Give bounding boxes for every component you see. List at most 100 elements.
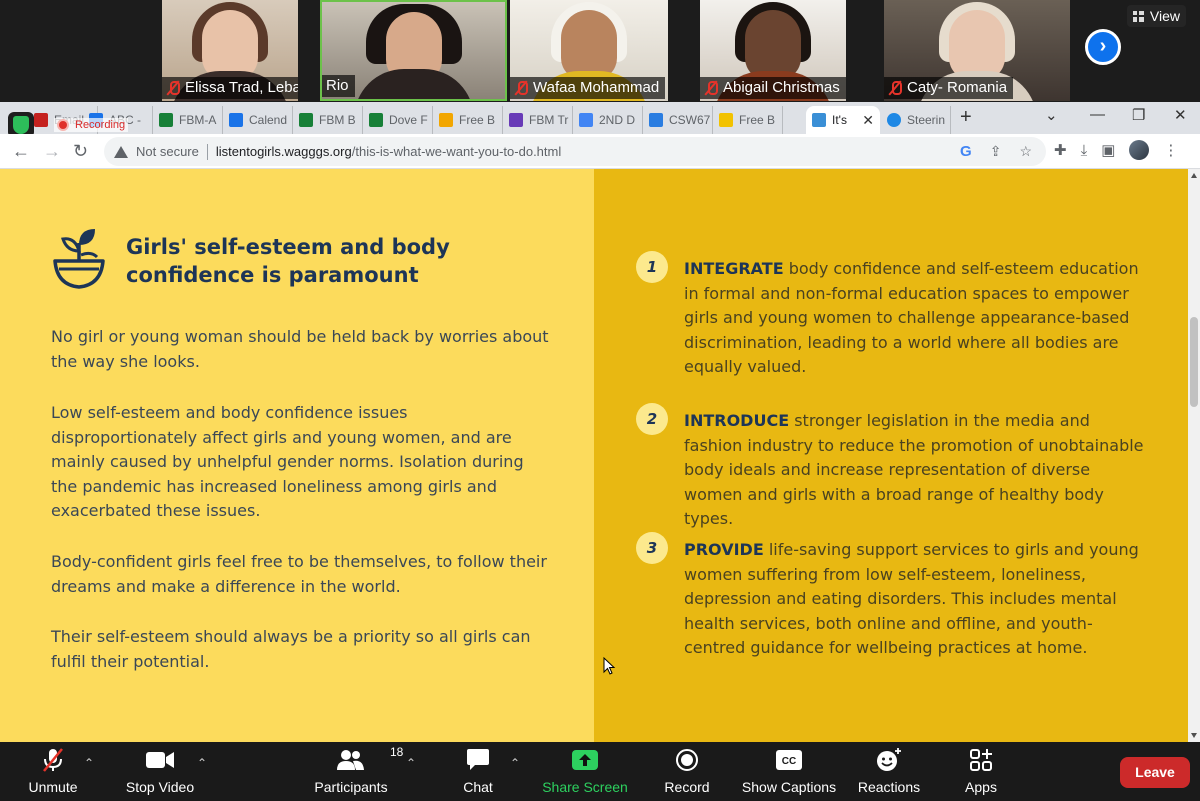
video-tile-abigail[interactable]: Abigail Christmas xyxy=(700,0,846,101)
back-arrow-icon[interactable]: ← xyxy=(12,141,30,162)
participant-name: Elissa Trad, Lebanon xyxy=(162,77,298,99)
video-tile-elissa[interactable]: Elissa Trad, Lebanon xyxy=(162,0,298,101)
chat-button[interactable]: Chat xyxy=(460,742,496,801)
scroll-down-icon[interactable] xyxy=(1191,733,1197,738)
tab[interactable]: CSW67 xyxy=(643,106,713,134)
tab[interactable]: FBM B xyxy=(293,106,363,134)
muted-mic-icon xyxy=(166,80,180,96)
tab-label: Calend xyxy=(249,113,288,127)
google-icon[interactable]: G xyxy=(960,143,972,160)
tab-label: CSW67 xyxy=(669,113,711,127)
site-icon xyxy=(649,113,663,127)
tab[interactable]: Dove F xyxy=(363,106,433,134)
recording-indicator: Recording xyxy=(54,118,129,132)
tab-search-icon[interactable]: ⌄ xyxy=(1045,106,1058,124)
show-captions-button[interactable]: CC Show Captions xyxy=(742,742,836,801)
view-button[interactable]: View xyxy=(1126,5,1186,27)
tab-label: Free B xyxy=(459,113,496,127)
apps-button[interactable]: Apps xyxy=(962,742,1000,801)
unmute-button[interactable]: Unmute xyxy=(24,742,82,801)
minimize-icon[interactable]: — xyxy=(1090,106,1105,123)
menu-kebab-icon[interactable]: ⋮ xyxy=(1163,141,1178,159)
audio-options-caret-icon[interactable]: ⌃ xyxy=(84,756,94,770)
video-tile-wafaa[interactable]: Wafaa Mohammad xyxy=(510,0,668,101)
miro-icon xyxy=(719,113,733,127)
participant-name: Caty- Romania xyxy=(884,77,1014,99)
scroll-up-icon[interactable] xyxy=(1191,173,1197,178)
share-screen-button[interactable]: Share Screen xyxy=(542,742,628,801)
body-paragraph: Low self-esteem and body confidence issu… xyxy=(51,403,524,521)
muted-mic-icon xyxy=(514,80,528,96)
action-keyword: PROVIDE xyxy=(684,540,764,559)
divider xyxy=(206,143,208,160)
bookmark-star-icon[interactable]: ☆ xyxy=(1019,143,1032,160)
tab-label: FBM Tr xyxy=(529,113,569,127)
reactions-label: Reactions xyxy=(857,779,921,795)
forms-icon xyxy=(509,113,523,127)
extensions-puzzle-icon[interactable]: ✚ xyxy=(1054,141,1067,159)
close-tab-icon[interactable]: ✕ xyxy=(862,112,874,129)
share-icon[interactable]: ⇪ xyxy=(990,143,1002,160)
video-options-caret-icon[interactable]: ⌃ xyxy=(197,756,207,770)
apps-icon xyxy=(970,749,992,771)
muted-mic-icon xyxy=(888,80,902,96)
number-badge: 1 xyxy=(636,251,668,283)
svg-text:CC: CC xyxy=(782,756,796,767)
action-text: PROVIDE life-saving support services to … xyxy=(684,538,1144,661)
download-icon[interactable]: ⤓ xyxy=(1081,142,1088,159)
muted-mic-icon xyxy=(704,80,718,96)
sheets-icon xyxy=(159,113,173,127)
video-tile-caty[interactable]: Caty- Romania xyxy=(884,0,1070,101)
body-paragraph: No girl or young woman should be held ba… xyxy=(51,327,549,371)
video-tile-rio[interactable]: Rio xyxy=(320,0,507,101)
url-field[interactable]: Not secure listentogirls.wagggs.org/this… xyxy=(104,137,1046,166)
security-label: Not secure xyxy=(136,144,199,159)
participants-icon xyxy=(337,750,364,770)
site-icon xyxy=(439,113,453,127)
tab[interactable]: 2ND D xyxy=(573,106,643,134)
reload-icon[interactable]: ↻ xyxy=(73,141,88,162)
participants-label: Participants xyxy=(314,779,388,795)
forward-arrow-icon[interactable]: → xyxy=(43,141,61,162)
action-keyword: INTRODUCE xyxy=(684,411,790,430)
participants-button[interactable]: 18 Participants xyxy=(314,742,403,801)
side-panel-icon[interactable]: ▣ xyxy=(1101,141,1115,159)
new-tab-icon[interactable]: + xyxy=(960,106,972,129)
tab[interactable]: FBM-A xyxy=(153,106,223,134)
action-keyword: INTEGRATE xyxy=(684,259,784,278)
record-icon xyxy=(676,749,698,771)
restore-icon[interactable]: ❐ xyxy=(1132,106,1145,124)
video-camera-icon xyxy=(146,752,174,768)
url-host: listentogirls.wagggs.org xyxy=(215,144,352,159)
tab-label: It's xyxy=(832,113,847,127)
chat-caret-icon[interactable]: ⌃ xyxy=(510,756,520,770)
page-scrollbar[interactable] xyxy=(1188,169,1200,742)
close-window-icon[interactable]: ✕ xyxy=(1174,106,1187,124)
tab-label: Dove F xyxy=(389,113,428,127)
tab-active[interactable]: It's ✕ xyxy=(806,106,880,134)
leave-button[interactable]: Leave xyxy=(1120,757,1190,788)
action-text: INTEGRATE body confidence and self-estee… xyxy=(684,257,1144,380)
next-page-arrow-icon[interactable]: › xyxy=(1085,29,1121,65)
tab-label: Steerin xyxy=(907,113,946,127)
apps-label: Apps xyxy=(965,779,997,795)
tab[interactable]: Steerin xyxy=(881,106,951,134)
body-paragraph: Their self-esteem should always be a pri… xyxy=(51,627,531,671)
gmail-icon xyxy=(34,113,48,127)
stop-video-button[interactable]: Stop Video xyxy=(124,742,196,801)
stop-video-label: Stop Video xyxy=(125,779,195,795)
record-button[interactable]: Record xyxy=(664,742,710,801)
tab[interactable]: Free B xyxy=(713,106,783,134)
number-badge: 2 xyxy=(636,403,668,435)
reactions-button[interactable]: Reactions xyxy=(858,742,920,801)
section-heading: Girls' self-esteem and body confidence i… xyxy=(126,235,450,287)
scroll-thumb[interactable] xyxy=(1190,317,1198,407)
profile-avatar[interactable] xyxy=(1129,140,1150,160)
tab[interactable]: Free B xyxy=(433,106,503,134)
view-label: View xyxy=(1149,8,1180,24)
left-panel: Girls' self-esteem and body confidence i… xyxy=(0,169,594,742)
participants-caret-icon[interactable]: ⌃ xyxy=(406,756,416,770)
tab[interactable]: FBM Tr xyxy=(503,106,573,134)
tab[interactable]: Calend xyxy=(223,106,293,134)
calendar-icon xyxy=(229,113,243,127)
